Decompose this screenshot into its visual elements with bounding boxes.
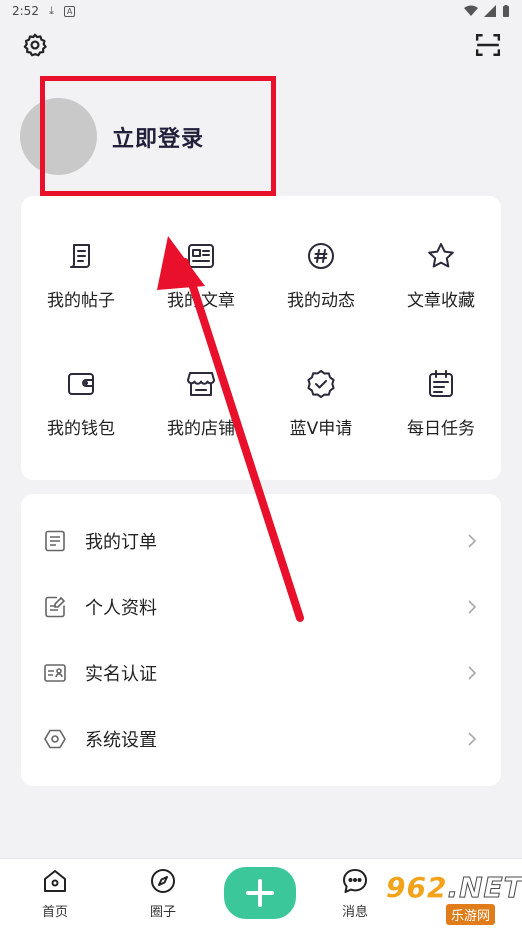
hashtag-icon [308,243,334,269]
watermark-net: .NET [447,871,522,904]
tab-label: 圈子 [149,905,176,920]
id-card-icon [44,664,66,682]
hexagon-icon [44,729,66,749]
wallet-icon [68,373,94,395]
tab-circle[interactable]: 圈子 [128,867,198,920]
list-item-real-name-auth[interactable]: 实名认证 [21,640,501,706]
grid-label: 我的帖子 [47,291,115,311]
grid-item-my-activity[interactable]: 我的动态 [261,210,381,338]
grid-item-my-posts[interactable]: 我的帖子 [21,210,141,338]
chevron-right-icon [468,600,477,614]
calendar-icon [429,370,453,397]
status-bar: 2:52 ⤓ A [0,0,522,22]
download-icon: ⤓ [48,4,54,17]
list-item-label: 实名认证 [85,664,157,685]
battery-icon [503,4,509,17]
store-icon [187,372,215,396]
watermark-subtitle: 乐游网 [446,904,496,925]
grid-item-my-wallet[interactable]: 我的钱包 [21,338,141,466]
watermark-number: 962 [386,871,448,904]
list-item-label: 我的订单 [85,532,157,553]
site-watermark-logo: 962.NET 乐游网 [386,871,522,926]
a-badge-icon: A [63,5,76,17]
grid-label: 文章收藏 [407,291,475,311]
list-item-label: 个人资料 [85,598,157,619]
grid-label: 我的店铺 [167,419,235,439]
grid-item-my-articles[interactable]: 我的文章 [141,210,261,338]
article-icon [188,244,214,268]
grid-label: 我的动态 [287,291,355,311]
signal-icon [484,5,496,17]
grid-label: 我的钱包 [47,419,115,439]
grid-label: 蓝V申请 [289,419,353,439]
home-icon [44,870,66,892]
tab-label: 消息 [341,905,368,920]
tab-label: 首页 [41,905,68,920]
tab-home[interactable]: 首页 [20,867,90,920]
grid-label: 我的文章 [167,291,235,311]
plus-icon [246,879,274,907]
compass-icon [151,869,175,893]
status-time: 2:52 [12,4,39,18]
grid-item-my-store[interactable]: 我的店铺 [141,338,261,466]
chat-icon [343,869,367,893]
list-item-my-orders[interactable]: 我的订单 [21,508,501,574]
grid-item-article-favorites[interactable]: 文章收藏 [381,210,501,338]
order-icon [45,530,65,552]
chevron-right-icon [468,534,477,548]
scan-icon[interactable] [473,30,503,60]
top-bar [0,30,522,62]
grid-item-blue-v-apply[interactable]: 蓝V申请 [261,338,381,466]
wifi-icon [464,5,478,16]
chevron-right-icon [468,732,477,746]
gear-icon[interactable] [20,30,50,60]
chevron-right-icon [468,666,477,680]
star-icon [428,243,454,268]
tab-messages[interactable]: 消息 [320,867,390,920]
list-item-system-settings[interactable]: 系统设置 [21,706,501,772]
annotation-highlight-box [40,76,276,196]
add-post-button[interactable] [224,867,296,919]
menu-list-card: 我的订单 个人资料 实名认证 系统设置 [21,494,501,786]
post-icon [70,244,90,268]
grid-item-daily-tasks[interactable]: 每日任务 [381,338,501,466]
list-item-label: 系统设置 [85,730,157,751]
list-item-profile-info[interactable]: 个人资料 [21,574,501,640]
grid-label: 每日任务 [407,419,475,439]
verified-icon [307,370,335,398]
feature-grid-card: 我的帖子 我的文章 我的动态 文章收藏 我的钱包 我的店铺 蓝V申请 每日任务 [21,196,501,480]
edit-doc-icon [45,596,66,618]
